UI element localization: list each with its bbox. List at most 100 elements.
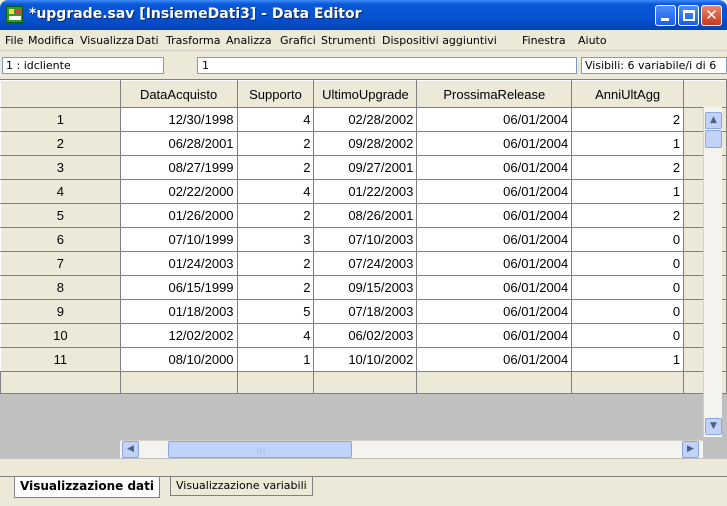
menu-dati[interactable]: Dati: [136, 34, 159, 47]
data-cell[interactable]: 06/02/2003: [313, 323, 418, 348]
chevron-left-icon[interactable]: ◀: [122, 441, 139, 458]
data-cell[interactable]: 01/26/2000: [119, 203, 238, 228]
data-cell[interactable]: 12/02/2002: [119, 323, 238, 348]
row-header[interactable]: 6: [0, 227, 121, 252]
data-cell[interactable]: 09/28/2002: [313, 131, 418, 156]
menu-visualizza[interactable]: Visualizza: [80, 34, 134, 47]
data-cell[interactable]: 06/01/2004: [416, 179, 573, 204]
data-cell[interactable]: 2: [571, 203, 685, 228]
row-header[interactable]: 1: [0, 107, 121, 132]
menu-finestra[interactable]: Finestra: [522, 34, 566, 47]
horizontal-scrollbar[interactable]: ◀ ||| ▶: [120, 440, 703, 458]
data-cell[interactable]: 2: [236, 251, 315, 276]
column-header[interactable]: Supporto: [236, 80, 315, 108]
data-cell[interactable]: 10/10/2002: [313, 347, 418, 372]
menu-file[interactable]: File: [5, 34, 23, 47]
menu-analizza[interactable]: Analizza: [226, 34, 272, 47]
data-cell[interactable]: 12/30/1998: [119, 107, 238, 132]
row-header[interactable]: 11: [0, 347, 121, 372]
vertical-scroll-thumb[interactable]: [705, 130, 722, 148]
data-cell[interactable]: 5: [236, 299, 315, 324]
tab-variable-view[interactable]: Visualizzazione variabili: [170, 477, 313, 496]
row-header[interactable]: 3: [0, 155, 121, 180]
tab-data-view[interactable]: Visualizzazione dati: [14, 477, 161, 498]
close-button[interactable]: ✕: [701, 5, 722, 26]
data-cell[interactable]: 06/28/2001: [119, 131, 238, 156]
data-cell[interactable]: 06/01/2004: [416, 227, 573, 252]
data-cell[interactable]: 09/15/2003: [313, 275, 418, 300]
data-cell[interactable]: 0: [571, 275, 685, 300]
menu-strumenti[interactable]: Strumenti: [321, 34, 376, 47]
menu-dispositivi-aggiuntivi[interactable]: Dispositivi aggiuntivi: [382, 34, 497, 47]
menu-modifica[interactable]: Modifica: [28, 34, 74, 47]
data-cell[interactable]: 07/10/1999: [119, 227, 238, 252]
column-header-empty[interactable]: [683, 80, 727, 108]
data-cell[interactable]: 01/22/2003: [313, 179, 418, 204]
data-cell[interactable]: 06/01/2004: [416, 275, 573, 300]
data-cell[interactable]: 1: [571, 179, 685, 204]
data-cell[interactable]: 01/24/2003: [119, 251, 238, 276]
data-cell[interactable]: 02/28/2002: [313, 107, 418, 132]
data-cell[interactable]: 0: [571, 227, 685, 252]
horizontal-scroll-thumb[interactable]: |||: [168, 441, 352, 458]
data-cell[interactable]: 07/24/2003: [313, 251, 418, 276]
column-header[interactable]: AnniUltAgg: [571, 80, 685, 108]
row-header[interactable]: 4: [0, 179, 121, 204]
data-cell[interactable]: 06/01/2004: [416, 347, 573, 372]
data-cell[interactable]: 07/18/2003: [313, 299, 418, 324]
data-cell[interactable]: 1: [236, 347, 315, 372]
chevron-down-icon[interactable]: ▼: [705, 418, 722, 435]
data-cell[interactable]: 08/26/2001: [313, 203, 418, 228]
column-header[interactable]: DataAcquisto: [119, 80, 238, 108]
cell-value-input[interactable]: 1: [197, 57, 577, 74]
menu-aiuto[interactable]: Aiuto: [578, 34, 607, 47]
data-cell[interactable]: 2: [236, 131, 315, 156]
data-cell[interactable]: 2: [236, 203, 315, 228]
row-header[interactable]: 9: [0, 299, 121, 324]
data-cell[interactable]: 06/01/2004: [416, 131, 573, 156]
data-cell[interactable]: 06/01/2004: [416, 251, 573, 276]
spss-grid-icon[interactable]: [6, 6, 23, 23]
row-header[interactable]: 8: [0, 275, 121, 300]
data-cell[interactable]: 01/18/2003: [119, 299, 238, 324]
minimize-button[interactable]: [655, 5, 676, 26]
chevron-right-icon[interactable]: ▶: [682, 441, 699, 458]
data-cell[interactable]: 09/27/2001: [313, 155, 418, 180]
data-cell[interactable]: 06/01/2004: [416, 107, 573, 132]
data-cell[interactable]: 2: [236, 275, 315, 300]
chevron-up-icon[interactable]: ▲: [705, 112, 722, 129]
data-cell[interactable]: 07/10/2003: [313, 227, 418, 252]
data-cell[interactable]: 2: [236, 155, 315, 180]
data-cell[interactable]: 4: [236, 179, 315, 204]
data-cell[interactable]: 0: [571, 299, 685, 324]
row-header[interactable]: 7: [0, 251, 121, 276]
corner-cell[interactable]: [0, 80, 121, 108]
data-cell[interactable]: 06/01/2004: [416, 155, 573, 180]
row-header[interactable]: 2: [0, 131, 121, 156]
data-cell[interactable]: 06/15/1999: [119, 275, 238, 300]
column-header[interactable]: ProssimaRelease: [416, 80, 573, 108]
menu-trasforma[interactable]: Trasforma: [166, 34, 220, 47]
data-cell[interactable]: 06/01/2004: [416, 203, 573, 228]
title-bar[interactable]: *upgrade.sav [InsiemeDati3] - Data Edito…: [0, 0, 727, 30]
data-cell[interactable]: 4: [236, 107, 315, 132]
data-cell[interactable]: 0: [571, 251, 685, 276]
data-cell[interactable]: 2: [571, 107, 685, 132]
data-cell[interactable]: 08/27/1999: [119, 155, 238, 180]
maximize-button[interactable]: [678, 5, 699, 26]
data-cell[interactable]: 0: [571, 323, 685, 348]
data-cell[interactable]: 02/22/2000: [119, 179, 238, 204]
vertical-scrollbar[interactable]: ▲ ▼: [703, 107, 722, 437]
data-cell[interactable]: 2: [571, 155, 685, 180]
data-cell[interactable]: 08/10/2000: [119, 347, 238, 372]
row-header[interactable]: 5: [0, 203, 121, 228]
data-cell[interactable]: 1: [571, 347, 685, 372]
row-header[interactable]: 10: [0, 323, 121, 348]
data-cell[interactable]: 06/01/2004: [416, 299, 573, 324]
menu-grafici[interactable]: Grafici: [280, 34, 316, 47]
data-cell[interactable]: 1: [571, 131, 685, 156]
column-header[interactable]: UltimoUpgrade: [313, 80, 418, 108]
data-cell[interactable]: 06/01/2004: [416, 323, 573, 348]
data-cell[interactable]: 4: [236, 323, 315, 348]
data-cell[interactable]: 3: [236, 227, 315, 252]
